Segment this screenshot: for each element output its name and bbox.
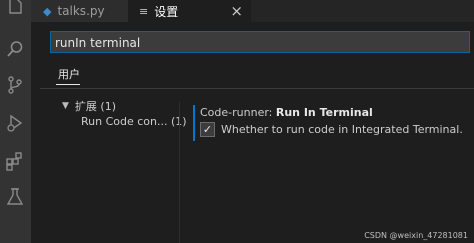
setting-description: Whether to run code in Integrated Termin…	[221, 123, 463, 136]
editor-tab-bar: ◆ talks.py ≡ 设置 ×	[31, 0, 474, 22]
settings-search-box	[50, 31, 470, 53]
activity-bar	[0, 0, 31, 243]
active-tab-indicator	[56, 84, 80, 85]
files-icon[interactable]	[4, 0, 26, 18]
extensions-icon[interactable]	[4, 150, 26, 172]
toc-group-label: 扩展 (1)	[74, 100, 116, 113]
tab-settings[interactable]: ≡ 设置 ×	[128, 0, 251, 22]
toc-group-extensions[interactable]: ▼ 扩展 (1)	[62, 98, 116, 114]
toc-divider[interactable]	[179, 102, 180, 243]
close-icon[interactable]: ×	[230, 2, 243, 20]
divider	[40, 88, 474, 89]
settings-file-icon: ≡	[139, 4, 149, 18]
settings-search-input[interactable]	[51, 33, 469, 53]
run-in-terminal-checkbox[interactable]: ✓	[200, 122, 215, 137]
tab-user-scope[interactable]: 用户	[58, 66, 80, 82]
toc-item-run-code-config[interactable]: Run Code con... (1)	[81, 115, 187, 128]
testing-icon[interactable]	[4, 186, 26, 208]
tab-label: talks.py	[57, 4, 105, 18]
setting-name: Run In Terminal	[275, 106, 373, 119]
setting-title: Code-runner: Run In Terminal	[200, 106, 373, 119]
python-file-icon: ◆	[43, 4, 52, 18]
run-debug-icon[interactable]	[4, 112, 26, 134]
tab-talks-py[interactable]: ◆ talks.py	[31, 0, 128, 22]
tab-label: 设置	[154, 4, 179, 19]
watermark: CSDN @weixin_47281081	[364, 231, 468, 240]
search-icon[interactable]	[4, 38, 26, 60]
setting-category: Code-runner:	[200, 106, 276, 119]
setting-focus-indicator	[193, 105, 195, 141]
chevron-down-icon: ▼	[62, 101, 69, 111]
source-control-icon[interactable]	[4, 74, 26, 96]
